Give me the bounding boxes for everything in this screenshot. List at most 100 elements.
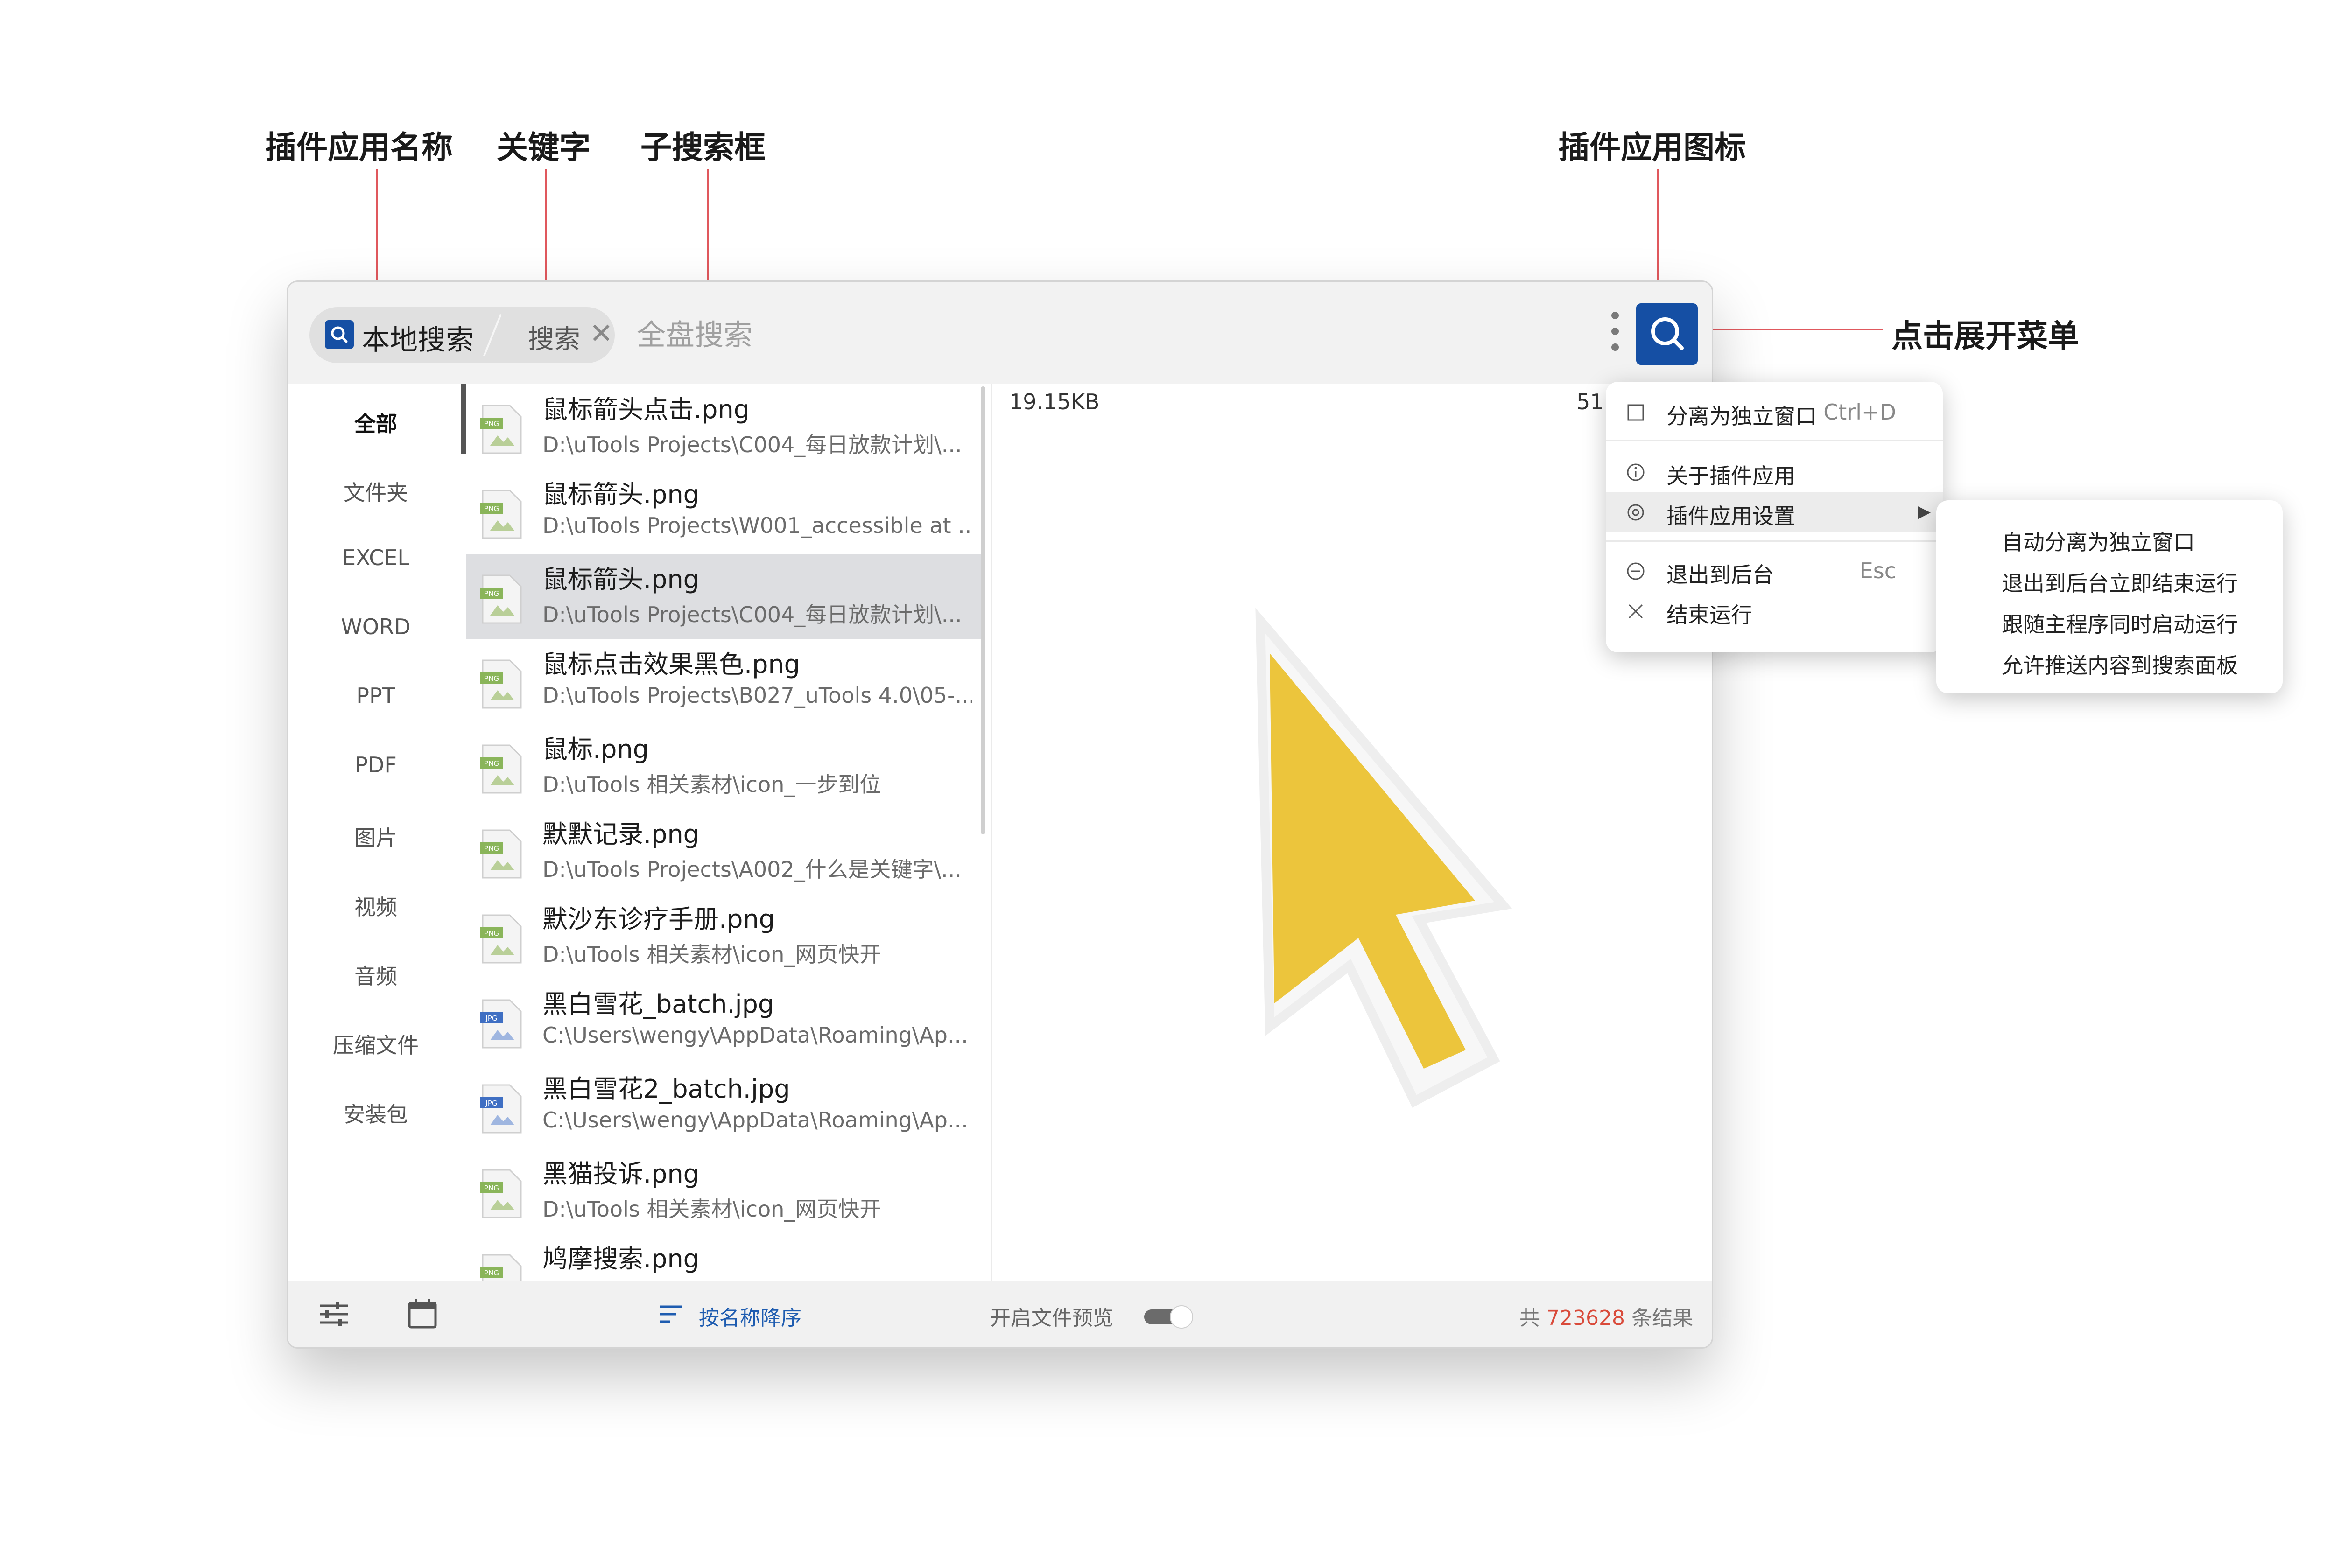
list-item[interactable]: PNG 鼠标.png D:\uTools 相关素材\icon_一步到位	[466, 724, 983, 809]
submenu-item-label: 允许推送内容到搜索面板	[2002, 653, 2238, 678]
png-file-icon: PNG	[480, 914, 522, 964]
menu-shortcut: Esc	[1859, 558, 1896, 583]
count-number: 723628	[1547, 1306, 1625, 1330]
search-icon	[325, 320, 354, 349]
png-file-icon: PNG	[480, 744, 522, 794]
active-category-indicator	[461, 384, 466, 454]
list-item[interactable]: PNG 默默记录.png D:\uTools Projects\A002_什么是…	[466, 809, 983, 894]
sidebar-item-ppt[interactable]: PPT	[288, 683, 464, 708]
svg-text:PNG: PNG	[484, 1269, 499, 1277]
sidebar-item-audio[interactable]: 音频	[288, 959, 464, 990]
svg-text:PNG: PNG	[484, 504, 499, 513]
cursor-arrow-icon	[1255, 608, 1512, 1108]
menu-item-label: 退出到后台	[1666, 562, 1774, 588]
sidebar-item-installer[interactable]: 安装包	[288, 1098, 464, 1128]
sidebar-item-video[interactable]: 视频	[288, 890, 464, 921]
list-item[interactable]: PNG 鼠标箭头点击.png D:\uTools Projects\C004_每…	[466, 384, 983, 469]
svg-text:PNG: PNG	[484, 589, 499, 598]
submenu-item-label: 跟随主程序同时启动运行	[2002, 612, 2238, 637]
preview-toggle-label: 开启文件预览	[990, 1306, 1113, 1330]
more-options-icon[interactable]	[1608, 312, 1622, 358]
menu-item-label: 插件应用设置	[1666, 504, 1795, 529]
file-name: 黑白雪花2_batch.jpg	[542, 1074, 790, 1104]
plugin-menu: 分离为独立窗口 Ctrl+D 关于插件应用 插件应用设置 ▶ 退出到后台 Esc…	[1606, 382, 1943, 652]
file-name: 鼠标点击效果黑色.png	[542, 650, 800, 679]
menu-item-about[interactable]: 关于插件应用	[1606, 452, 1943, 492]
file-path: D:\uTools 相关素材\icon_网页快开	[542, 1197, 881, 1222]
list-item[interactable]: JPG 黑白雪花2_batch.jpg C:\Users\wengy\AppDa…	[466, 1064, 983, 1148]
sort-button[interactable]: 按名称降序	[699, 1301, 801, 1331]
submenu-item-exit-terminate[interactable]: 退出到后台立即结束运行	[1936, 560, 2283, 600]
png-file-icon: PNG	[480, 1169, 522, 1218]
file-name: 黑白雪花_batch.jpg	[542, 989, 774, 1019]
preview-info: 51	[1576, 389, 1604, 414]
list-item[interactable]: PNG 鸠摩搜索.png	[466, 1233, 983, 1281]
submenu-item-allow-push[interactable]: 允许推送内容到搜索面板	[1936, 642, 2283, 682]
svg-text:JPG: JPG	[485, 1099, 497, 1107]
menu-item-exit-to-background[interactable]: 退出到后台 Esc	[1606, 551, 1943, 591]
plugin-icon-button[interactable]	[1636, 303, 1698, 365]
png-file-icon: PNG	[480, 405, 522, 454]
callout-plugin-name: 插件应用名称	[265, 129, 453, 166]
menu-item-terminate[interactable]: 结束运行	[1606, 591, 1943, 631]
count-prefix: 共	[1519, 1306, 1540, 1330]
list-scrollbar[interactable]	[981, 386, 985, 834]
filter-settings-icon[interactable]	[315, 1295, 352, 1333]
plugin-name: 本地搜索	[362, 324, 474, 357]
file-path: C:\Users\wengy\AppData\Roaming\Ap...	[542, 1022, 968, 1048]
submenu-item-autostart[interactable]: 跟随主程序同时启动运行	[1936, 601, 2283, 641]
sidebar-item-word[interactable]: WORD	[288, 614, 464, 639]
file-name: 鼠标.png	[542, 735, 649, 764]
menu-item-label: 结束运行	[1666, 602, 1752, 628]
callout-plugin-icon: 插件应用图标	[1558, 129, 1746, 166]
file-list: PNG 鼠标箭头点击.png D:\uTools Projects\C004_每…	[466, 384, 983, 1281]
sub-search-input[interactable]	[636, 315, 1291, 354]
menu-item-settings[interactable]: 插件应用设置 ▶	[1606, 492, 1943, 532]
status-bar: 按名称降序 开启文件预览 共 723628 条结果	[288, 1281, 1712, 1347]
sort-icon[interactable]	[652, 1295, 689, 1333]
png-file-icon: PNG	[480, 829, 522, 879]
file-name: 黑猫投诉.png	[542, 1159, 699, 1189]
list-item[interactable]: PNG 默沙东诊疗手册.png D:\uTools 相关素材\icon_网页快开	[466, 894, 983, 979]
plugin-settings-submenu: 自动分离为独立窗口 退出到后台立即结束运行 跟随主程序同时启动运行 允许推送内容…	[1936, 500, 2283, 693]
file-name: 鼠标箭头点击.png	[542, 395, 750, 424]
png-file-icon: PNG	[480, 574, 522, 624]
sidebar-item-all[interactable]: 全部	[288, 407, 464, 438]
close-icon[interactable]: ✕	[587, 317, 615, 350]
result-count: 共 723628 条结果	[1519, 1301, 1693, 1331]
svg-text:PNG: PNG	[484, 1184, 499, 1192]
jpg-file-icon: JPG	[480, 1084, 522, 1134]
submenu-item-label: 退出到后台立即结束运行	[2002, 571, 2238, 596]
sidebar-item-pdf[interactable]: PDF	[288, 752, 464, 777]
callout-sub-search: 子搜索框	[640, 129, 766, 166]
search-icon	[1651, 317, 1684, 350]
list-item-selected[interactable]: PNG 鼠标箭头.png D:\uTools Projects\C004_每日放…	[466, 554, 983, 639]
preview-toggle[interactable]	[1143, 1305, 1195, 1329]
menu-separator	[1606, 540, 1943, 542]
menu-item-detach[interactable]: 分离为独立窗口 Ctrl+D	[1606, 392, 1943, 432]
submenu-item-auto-detach[interactable]: 自动分离为独立窗口	[1936, 519, 2283, 559]
png-file-icon: PNG	[480, 490, 522, 539]
file-name: 鼠标箭头.png	[542, 480, 699, 509]
sidebar-item-folder[interactable]: 文件夹	[288, 476, 464, 507]
file-size: 19.15KB	[1009, 389, 1100, 414]
plugin-tag[interactable]: 本地搜索 搜索 ✕	[309, 307, 615, 363]
file-path: D:\uTools 相关素材\icon_网页快开	[542, 942, 881, 967]
sidebar-item-archive[interactable]: 压缩文件	[288, 1029, 464, 1059]
submenu-item-label: 自动分离为独立窗口	[2002, 530, 2195, 555]
sidebar-item-excel[interactable]: EXCEL	[288, 545, 464, 570]
submenu-arrow-icon: ▶	[1918, 502, 1931, 521]
calendar-icon[interactable]	[404, 1295, 441, 1333]
menu-separator	[1606, 440, 1943, 441]
search-bar: 本地搜索 搜索 ✕	[288, 282, 1712, 384]
minus-circle-icon	[1627, 562, 1645, 580]
menu-item-label: 分离为独立窗口	[1666, 404, 1817, 429]
list-item[interactable]: PNG 鼠标箭头.png D:\uTools Projects\W001_acc…	[466, 469, 983, 554]
close-icon	[1628, 604, 1643, 619]
list-item[interactable]: PNG 鼠标点击效果黑色.png D:\uTools Projects\B027…	[466, 639, 983, 724]
list-item[interactable]: PNG 黑猫投诉.png D:\uTools 相关素材\icon_网页快开	[466, 1148, 983, 1233]
list-preview-divider	[991, 384, 992, 1281]
sidebar-item-image[interactable]: 图片	[288, 821, 464, 852]
list-item[interactable]: JPG 黑白雪花_batch.jpg C:\Users\wengy\AppDat…	[466, 979, 983, 1064]
png-file-icon: PNG	[480, 1254, 522, 1281]
